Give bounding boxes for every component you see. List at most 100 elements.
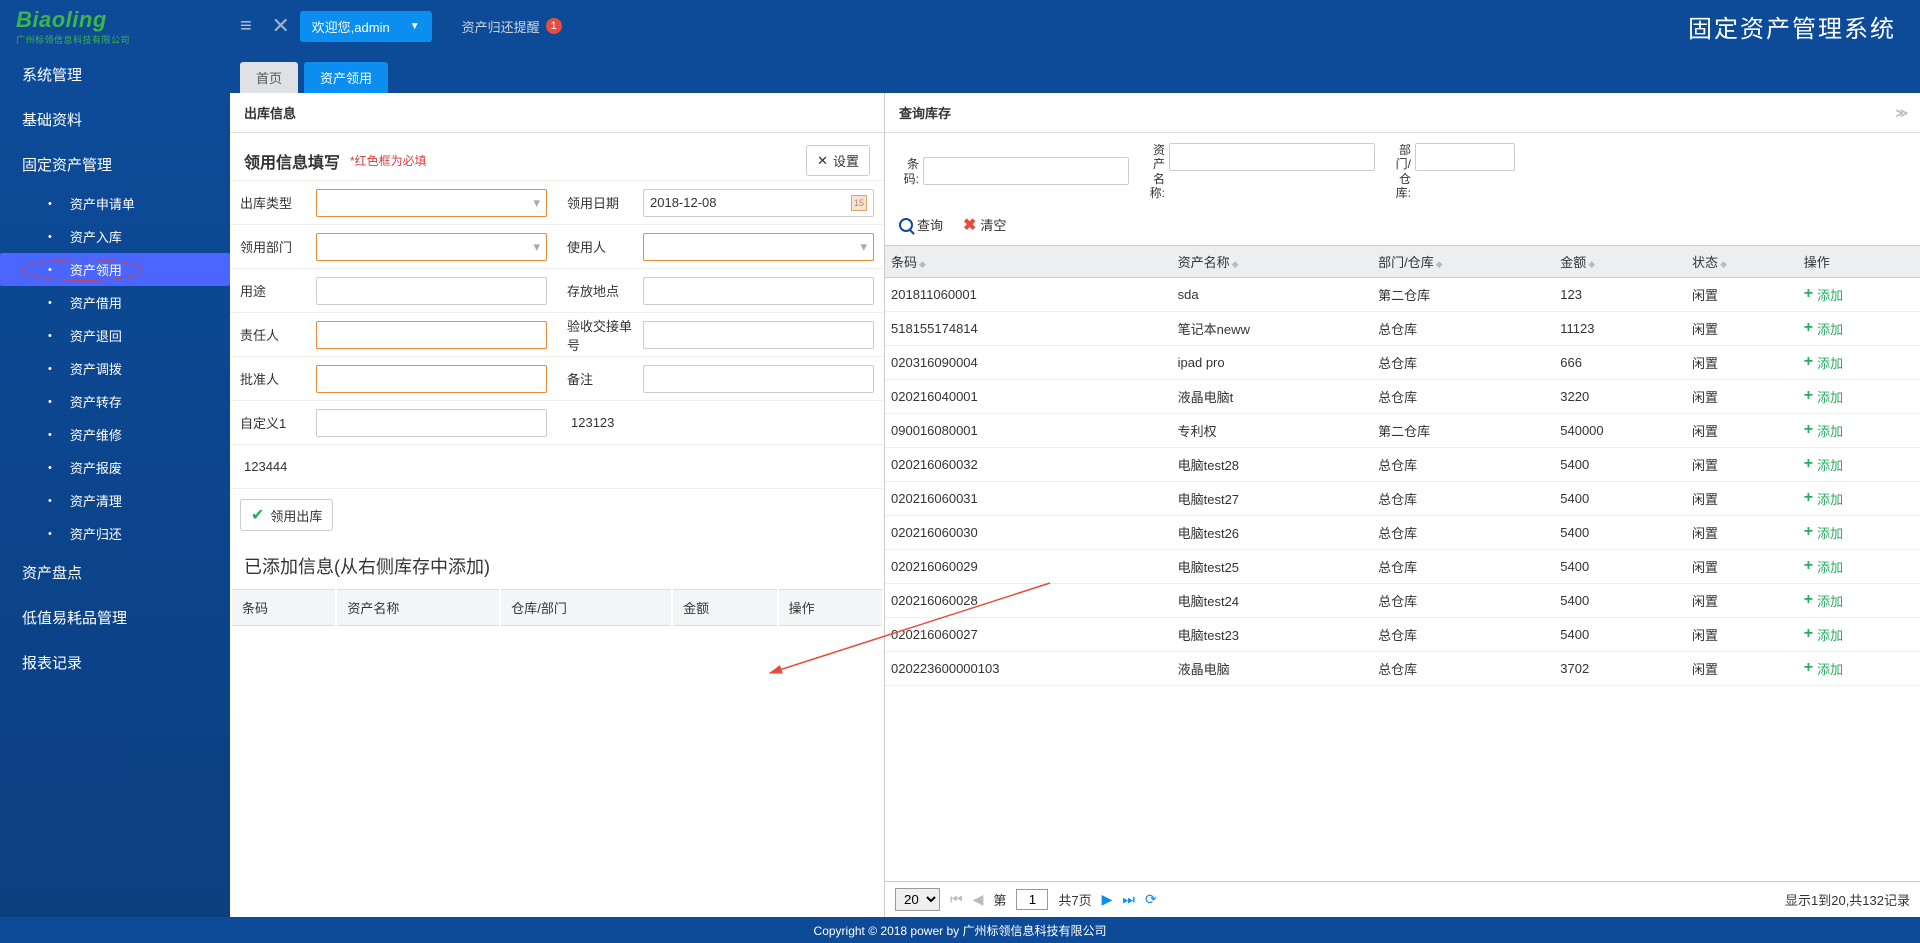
next-page-icon[interactable]: ▶ — [1102, 891, 1113, 908]
out-type-select[interactable] — [316, 189, 547, 217]
sidebar-item[interactable]: 资产领用 — [0, 253, 230, 286]
right-panel: 查询库存 ≫ 条码: 资 产 名 称: 部 门/ 仓 库: 查询 ✖清空 条码◆… — [885, 93, 1920, 917]
tab[interactable]: 首页 — [240, 62, 298, 93]
add-button[interactable]: +添加 — [1804, 659, 1914, 678]
stock-col[interactable]: 部门/仓库◆ — [1372, 245, 1554, 277]
sidebar-group[interactable]: 固定资产管理 — [0, 142, 230, 187]
submit-button[interactable]: ✔ 领用出库 — [240, 499, 333, 531]
sidebar-group[interactable]: 报表记录 — [0, 640, 230, 685]
refresh-icon[interactable]: ⟳ — [1145, 891, 1157, 908]
add-button[interactable]: +添加 — [1804, 387, 1914, 406]
add-button[interactable]: +添加 — [1804, 285, 1914, 304]
custom1-input[interactable] — [316, 409, 547, 437]
plus-icon: + — [1804, 353, 1813, 371]
footer: Copyright © 2018 power by 广州标领信息科技有限公司 — [0, 917, 1920, 943]
add-button[interactable]: +添加 — [1804, 557, 1914, 576]
settings-button[interactable]: ✕ 设置 — [806, 145, 870, 176]
return-reminder[interactable]: 资产归还提醒 1 — [462, 17, 562, 36]
plus-icon: + — [1804, 387, 1813, 405]
table-row: 020216060030电脑test26总仓库5400闲置+添加 — [885, 515, 1920, 549]
add-button[interactable]: +添加 — [1804, 523, 1914, 542]
accept-no-input[interactable] — [643, 321, 874, 349]
receive-dept-select[interactable] — [316, 233, 547, 261]
stock-col[interactable]: 状态◆ — [1686, 245, 1798, 277]
sidebar-item[interactable]: 资产借用 — [0, 286, 230, 319]
add-button[interactable]: +添加 — [1804, 625, 1914, 644]
label-user: 使用人 — [567, 237, 643, 256]
clear-button[interactable]: ✖清空 — [963, 215, 1006, 235]
add-button[interactable]: +添加 — [1804, 421, 1914, 440]
last-page-icon[interactable]: ⏭ — [1122, 891, 1135, 908]
query-button[interactable]: 查询 — [899, 215, 943, 235]
logo-bottom: 广州标领信息科技有限公司 — [16, 33, 130, 46]
content-area: 首页资产领用 出库信息 领用信息填写 *红色框为必填 ✕ 设置 出库类型 领用日 — [230, 52, 1920, 917]
page-input[interactable] — [1016, 889, 1048, 910]
search-actions: 查询 ✖清空 — [885, 211, 1920, 245]
label-asset-name: 资 产 名 称: — [1145, 143, 1165, 201]
stock-col[interactable]: 资产名称◆ — [1172, 245, 1372, 277]
stock-col[interactable]: 条码◆ — [885, 245, 1172, 277]
sidebar-item[interactable]: 资产归还 — [0, 517, 230, 550]
prev-page-icon[interactable]: ◀ — [973, 891, 984, 908]
right-panel-header: 查询库存 ≫ — [885, 93, 1920, 133]
purpose-input[interactable] — [316, 277, 547, 305]
plus-icon: + — [1804, 455, 1813, 473]
form-grid: 出库类型 领用日期2018-12-0815 领用部门 使用人 用途 存放地点 责… — [230, 181, 884, 489]
barcode-input[interactable] — [923, 157, 1129, 185]
label-out-type: 出库类型 — [240, 193, 316, 212]
logo: Biaoling 广州标领信息科技有限公司 — [16, 7, 226, 46]
label-approver: 批准人 — [240, 369, 316, 388]
added-col: 操作 — [779, 589, 882, 626]
page-size-select[interactable]: 20 — [895, 888, 940, 911]
asset-name-input[interactable] — [1169, 143, 1375, 171]
sidebar-item[interactable]: 资产报废 — [0, 451, 230, 484]
tab[interactable]: 资产领用 — [304, 62, 388, 93]
left-panel: 出库信息 领用信息填写 *红色框为必填 ✕ 设置 出库类型 领用日期2018-1… — [230, 93, 885, 917]
sidebar-item[interactable]: 资产退回 — [0, 319, 230, 352]
search-row: 条码: 资 产 名 称: 部 门/ 仓 库: — [885, 133, 1920, 211]
sidebar-item[interactable]: 资产转存 — [0, 385, 230, 418]
welcome-dropdown[interactable]: 欢迎您,admin ▼ — [300, 11, 432, 42]
add-button[interactable]: +添加 — [1804, 455, 1914, 474]
add-button[interactable]: +添加 — [1804, 353, 1914, 372]
sidebar-group[interactable]: 低值易耗品管理 — [0, 595, 230, 640]
sidebar-item[interactable]: 资产清理 — [0, 484, 230, 517]
sidebar-item[interactable]: 资产维修 — [0, 418, 230, 451]
hamburger-icon[interactable]: ≡ — [240, 15, 252, 38]
footer-text: Copyright © 2018 power by 广州标领信息科技有限公司 — [814, 922, 1107, 939]
add-button[interactable]: +添加 — [1804, 489, 1914, 508]
table-row: 090016080001专利权第二仓库540000闲置+添加 — [885, 413, 1920, 447]
approver-input[interactable] — [316, 365, 547, 393]
label-receive-dept: 领用部门 — [240, 237, 316, 256]
label-purpose: 用途 — [240, 281, 316, 300]
clear-icon: ✖ — [963, 215, 976, 235]
receive-date-input[interactable]: 2018-12-0815 — [643, 189, 874, 217]
sidebar-item[interactable]: 资产申请单 — [0, 187, 230, 220]
plus-icon: + — [1804, 421, 1813, 439]
added-title: 已添加信息(从右侧库存中添加) — [230, 541, 884, 587]
collapse-icon[interactable]: ≫ — [1895, 106, 1906, 120]
storage-input[interactable] — [643, 277, 874, 305]
sidebar-item[interactable]: 资产入库 — [0, 220, 230, 253]
user-select[interactable] — [643, 233, 874, 261]
fixed-value-2: 123444 — [240, 459, 287, 474]
required-note: *红色框为必填 — [350, 152, 427, 169]
added-col: 资产名称 — [337, 589, 499, 626]
sidebar-group[interactable]: 基础资料 — [0, 97, 230, 142]
add-button[interactable]: +添加 — [1804, 319, 1914, 338]
close-icon[interactable]: ✕ — [266, 11, 296, 41]
label-accept-no: 验收交接单号 — [567, 316, 643, 354]
added-col: 条码 — [232, 589, 335, 626]
sidebar-group[interactable]: 资产盘点 — [0, 550, 230, 595]
stock-col[interactable]: 操作 — [1798, 245, 1920, 277]
responsible-input[interactable] — [316, 321, 547, 349]
dept-wh-input[interactable] — [1415, 143, 1515, 171]
stock-col[interactable]: 金额◆ — [1554, 245, 1686, 277]
first-page-icon[interactable]: ⏮ — [950, 891, 963, 908]
plus-icon: + — [1804, 557, 1813, 575]
remark-input[interactable] — [643, 365, 874, 393]
sidebar-item[interactable]: 资产调拨 — [0, 352, 230, 385]
sidebar-group[interactable]: 系统管理 — [0, 52, 230, 97]
add-button[interactable]: +添加 — [1804, 591, 1914, 610]
label-barcode: 条码: — [899, 157, 919, 186]
